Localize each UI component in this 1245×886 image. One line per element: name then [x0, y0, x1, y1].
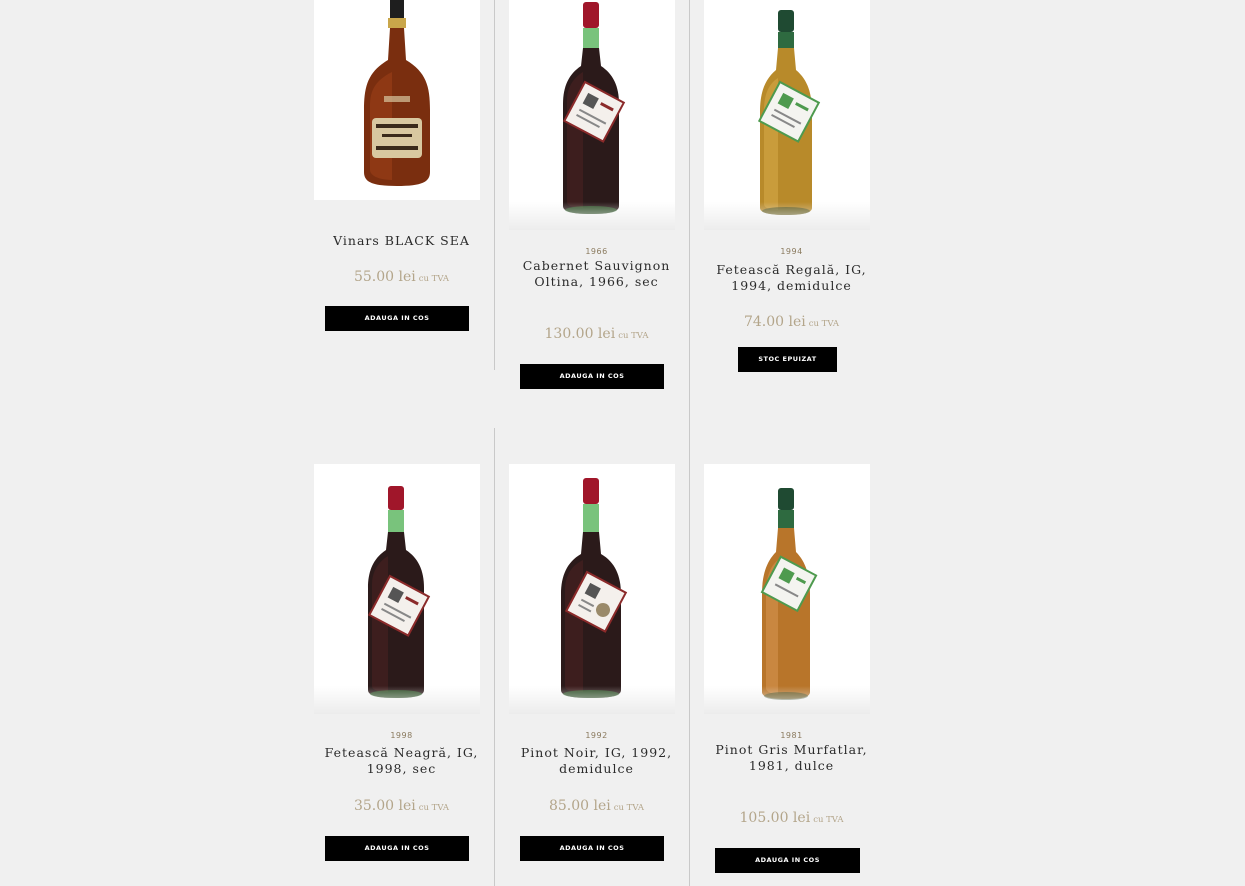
- product-price: 105.00 lei cu TVA: [694, 810, 889, 826]
- add-to-cart-button[interactable]: ADAUGA IN COS: [325, 306, 469, 331]
- price-value: 130.00 lei: [544, 326, 616, 342]
- product-year: 1992: [585, 731, 608, 740]
- add-to-cart-button[interactable]: ADAUGA IN COS: [715, 848, 860, 873]
- price-value: 35.00 lei: [353, 798, 416, 814]
- product-year: 1981: [780, 731, 803, 740]
- add-to-cart-button[interactable]: ADAUGA IN COS: [520, 836, 664, 861]
- red-wine-bottle-image: [562, 2, 626, 214]
- add-to-cart-button[interactable]: ADAUGA IN COS: [520, 364, 664, 389]
- price-value: 105.00 lei: [739, 810, 811, 826]
- product-title[interactable]: Fetească Regală, IG, 1994, demidulce: [714, 262, 869, 294]
- vat-label: cu TVA: [613, 803, 645, 813]
- product-price: 130.00 lei cu TVA: [499, 326, 694, 342]
- product-price: 74.00 lei cu TVA: [694, 314, 889, 330]
- white-wine-bottle-image: [757, 10, 821, 215]
- product-card: 1992 Pinot Noir, IG, 1992, demidulce 85.…: [499, 464, 694, 884]
- product-image[interactable]: [314, 464, 480, 714]
- product-image[interactable]: [509, 464, 675, 714]
- product-year: 1998: [390, 731, 413, 740]
- product-image[interactable]: [704, 464, 870, 714]
- red-wine-bottle-image: [367, 486, 431, 698]
- product-price: 35.00 lei cu TVA: [304, 798, 499, 814]
- out-of-stock-button[interactable]: STOC EPUIZAT: [738, 347, 837, 372]
- product-card: 1994 Fetească Regală, IG, 1994, demidulc…: [694, 0, 889, 400]
- product-year: 1966: [585, 247, 608, 256]
- product-title[interactable]: Vinars BLACK SEA: [324, 233, 479, 249]
- product-card: Vinars BLACK SEA 55.00 lei cu TVA ADAUGA …: [304, 0, 499, 370]
- product-price: 55.00 lei cu TVA: [304, 269, 499, 285]
- product-title[interactable]: Cabernet Sauvignon Oltina, 1966, sec: [519, 258, 674, 290]
- product-card: 1966 Cabernet Sauvignon Oltina, 1966, se…: [499, 0, 694, 400]
- product-card: 1981 Pinot Gris Murfatlar, 1981, dulce 1…: [694, 464, 889, 884]
- product-price: 85.00 lei cu TVA: [499, 798, 694, 814]
- product-image[interactable]: [509, 0, 675, 230]
- product-image[interactable]: [704, 0, 870, 230]
- red-wine-bottle-image: [561, 478, 628, 698]
- vat-label: cu TVA: [813, 815, 844, 825]
- brandy-bottle-image: [364, 0, 430, 186]
- product-year: 1994: [780, 247, 803, 256]
- white-wine-bottle-image: [760, 488, 818, 700]
- product-title[interactable]: Fetească Neagră, IG, 1998, sec: [324, 745, 479, 777]
- product-title[interactable]: Pinot Gris Murfatlar, 1981, dulce: [714, 742, 869, 774]
- add-to-cart-button[interactable]: ADAUGA IN COS: [325, 836, 469, 861]
- price-value: 74.00 lei: [743, 314, 806, 330]
- product-title[interactable]: Pinot Noir, IG, 1992, demidulce: [519, 745, 674, 777]
- price-value: 85.00 lei: [548, 798, 611, 814]
- vat-label: cu TVA: [418, 274, 450, 284]
- vat-label: cu TVA: [808, 319, 840, 329]
- product-image[interactable]: [314, 0, 480, 200]
- vat-label: cu TVA: [618, 331, 649, 341]
- vat-label: cu TVA: [418, 803, 450, 813]
- product-grid: Vinars BLACK SEA 55.00 lei cu TVA ADAUGA …: [304, 0, 889, 886]
- price-value: 55.00 lei: [353, 269, 416, 285]
- product-card: 1998 Fetească Neagră, IG, 1998, sec 35.0…: [304, 464, 499, 884]
